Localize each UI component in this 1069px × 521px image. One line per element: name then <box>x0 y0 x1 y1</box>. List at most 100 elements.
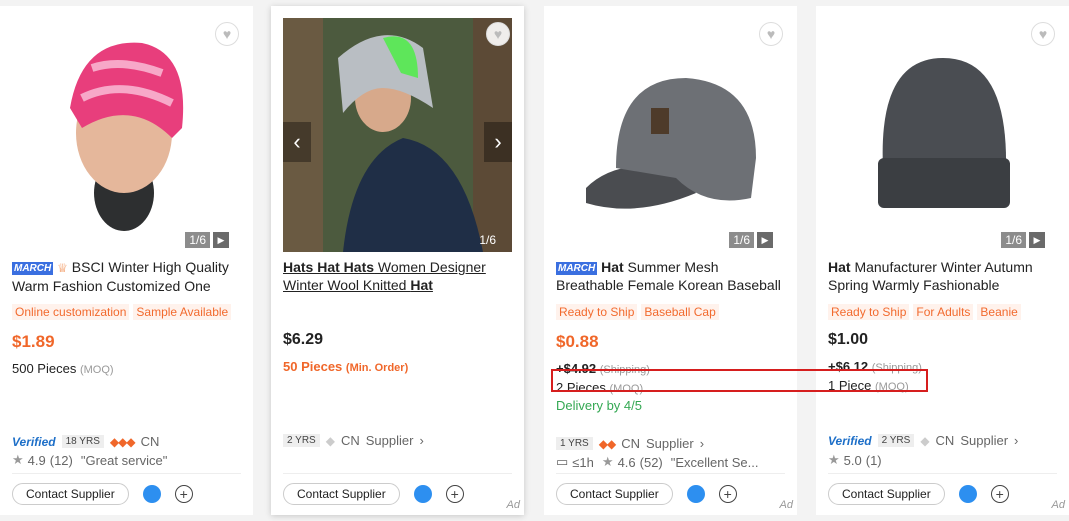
years-badge: 18 YRS <box>61 435 104 448</box>
ad-label: Ad <box>506 499 520 511</box>
verified-badge: Verified <box>828 433 872 448</box>
image-counter: 1/6 ▶ <box>729 232 773 248</box>
heart-icon[interactable]: ♥ <box>215 22 239 46</box>
image-counter: 1/6 ▶ <box>1001 232 1045 248</box>
product-title[interactable]: Hat Manufacturer Winter Autumn Spring Wa… <box>828 258 1059 294</box>
product-title[interactable]: MARCH Hat Summer Mesh Breathable Female … <box>556 258 787 294</box>
product-card[interactable]: 1/6 ▶ ♥ Hat Manufacturer Winter Autumn S… <box>816 6 1069 515</box>
star-icon: ★ <box>12 452 24 467</box>
moq: 500 Pieces (MOQ) <box>12 361 114 376</box>
plus-circle-icon[interactable]: + <box>990 485 1009 503</box>
rating-row: ★ 5.0 (1) <box>828 452 882 468</box>
divider <box>283 473 512 474</box>
rating-value: 4.9 <box>27 452 46 468</box>
review-count: (52) <box>639 454 663 470</box>
star-icon: ★ <box>601 454 614 469</box>
tag: Beanie <box>977 304 1021 320</box>
image-counter-text: 1/6 <box>1001 232 1026 248</box>
chat-icon[interactable] <box>686 485 705 503</box>
product-title-keyword: Hat <box>601 259 624 275</box>
image-counter: 1/6 ▶ <box>185 232 229 248</box>
image-counter: 1/6 <box>475 232 500 248</box>
chat-icon[interactable] <box>413 485 432 503</box>
chevron-left-icon[interactable]: ‹ <box>283 122 311 162</box>
contact-supplier-button[interactable]: Contact Supplier <box>12 483 129 505</box>
message-icon: ▭ <box>556 454 569 469</box>
review-count: (1) <box>865 452 882 468</box>
chevron-right-icon[interactable]: › <box>484 122 512 162</box>
card-actions: Contact Supplier + <box>828 483 1009 505</box>
supplier-link[interactable]: Supplier <box>646 436 694 451</box>
product-image[interactable]: 1/6 ▶ <box>12 18 241 252</box>
contact-supplier-button[interactable]: Contact Supplier <box>556 483 673 505</box>
divider <box>556 473 785 474</box>
ad-label: Ad <box>1051 499 1065 511</box>
product-image[interactable]: 1/6 ▶ <box>828 18 1057 252</box>
country: CN <box>140 434 160 449</box>
play-icon[interactable]: ▶ <box>757 232 773 248</box>
supplier-info[interactable]: 1 YRS ◆◆ CN Supplier › <box>556 436 704 451</box>
chat-icon[interactable] <box>142 485 161 503</box>
chat-icon[interactable] <box>958 485 977 503</box>
rating-value: 5.0 <box>843 452 862 468</box>
supplier-link[interactable]: Supplier <box>960 433 1008 448</box>
price: $1.00 <box>828 331 869 348</box>
country: CN <box>621 436 640 451</box>
verified-badge: Verified <box>12 434 56 449</box>
product-title-keyword: Hats Hat Hats <box>283 259 375 275</box>
march-badge: MARCH <box>12 262 54 275</box>
march-badge: MARCH <box>556 262 598 275</box>
supplier-info[interactable]: 2 YRS ◆ CN Supplier › <box>283 433 424 448</box>
plus-circle-icon[interactable]: + <box>174 485 193 503</box>
price: $6.29 <box>283 331 324 348</box>
contact-supplier-button[interactable]: Contact Supplier <box>828 483 945 505</box>
price: $0.88 <box>556 332 599 351</box>
card-actions: Contact Supplier + <box>12 483 193 505</box>
tag-list: Ready to Ship Baseball Cap <box>556 304 719 320</box>
heart-icon[interactable]: ♥ <box>486 22 510 46</box>
plus-circle-icon[interactable]: + <box>445 485 464 503</box>
tag: Baseball Cap <box>641 304 719 320</box>
tag: For Adults <box>913 304 974 320</box>
play-icon[interactable]: ▶ <box>213 232 229 248</box>
product-title[interactable]: MARCH ♕ BSCI Winter High Quality Warm Fa… <box>12 258 243 295</box>
heart-icon[interactable]: ♥ <box>1031 22 1055 46</box>
product-card[interactable]: 1/6 ▶ ♥ MARCH ♕ BSCI Winter High Quality… <box>0 6 253 515</box>
product-image[interactable]: ‹ › 1/6 <box>283 18 512 252</box>
diamond-icon: ◆ <box>920 433 930 448</box>
chevron-right-icon: › <box>699 436 705 451</box>
product-card[interactable]: 1/6 ▶ ♥ MARCH Hat Summer Mesh Breathable… <box>544 6 797 515</box>
years-badge: 1 YRS <box>556 437 593 450</box>
product-image[interactable]: 1/6 ▶ <box>556 18 785 252</box>
review-quote: "Excellent Se... <box>670 454 759 470</box>
contact-supplier-button[interactable]: Contact Supplier <box>283 483 400 505</box>
divider <box>12 473 241 474</box>
heart-icon[interactable]: ♥ <box>759 22 783 46</box>
chevron-right-icon: › <box>419 433 424 448</box>
tag-list: Ready to Ship For Adults Beanie <box>828 304 1021 320</box>
country: CN <box>340 433 360 448</box>
supplier-link[interactable]: Supplier <box>366 433 414 448</box>
supplier-info: Verified 18 YRS ◆◆◆ CN <box>12 434 159 449</box>
plus-circle-icon[interactable]: + <box>718 485 737 503</box>
product-title[interactable]: Hats Hat Hats Women Designer Winter Wool… <box>283 258 514 294</box>
image-counter-text: 1/6 <box>479 233 496 247</box>
annotation-highlight-box <box>551 369 928 392</box>
play-icon[interactable]: ▶ <box>1029 232 1045 248</box>
star-icon: ★ <box>828 452 840 467</box>
diamond-icon: ◆◆ <box>598 436 616 451</box>
divider <box>828 473 1057 474</box>
product-title-text: Manufacturer Winter Autumn Spring Warmly… <box>828 259 1033 293</box>
moq-label: (MOQ) <box>79 364 114 376</box>
tag-list: Online customization Sample Available <box>12 304 232 320</box>
supplier-info[interactable]: Verified 2 YRS ◆ CN Supplier › <box>828 433 1018 448</box>
diamond-icon: ◆◆◆ <box>109 434 136 449</box>
tag: Ready to Ship <box>828 304 910 320</box>
diamond-icon: ◆ <box>325 433 335 448</box>
tag: Online customization <box>12 304 130 320</box>
price: $1.89 <box>12 332 55 351</box>
product-card[interactable]: ‹ › 1/6 ♥ Hats Hat Hats Women Designer W… <box>271 6 524 515</box>
image-counter-text: 1/6 <box>185 232 210 248</box>
crown-icon: ♕ <box>57 261 68 275</box>
moq: 50 Pieces (Min. Order) <box>283 359 408 374</box>
